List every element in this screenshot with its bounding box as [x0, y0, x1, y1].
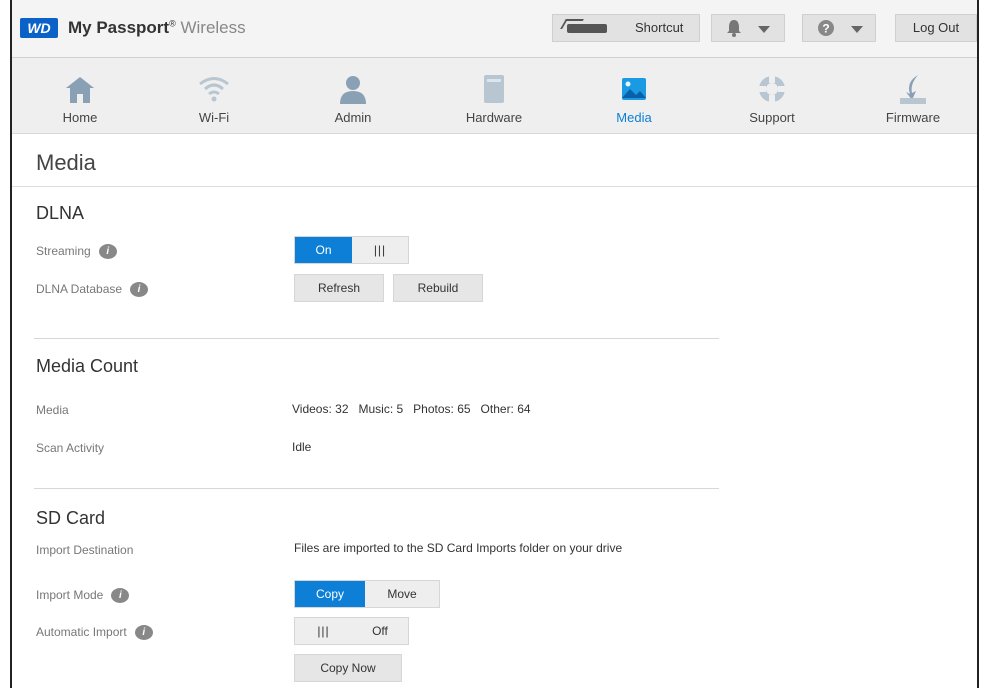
nav-media[interactable]: Media: [579, 58, 689, 134]
help-button[interactable]: ?: [802, 14, 876, 42]
help-icon: ?: [818, 20, 834, 36]
media-label: Media: [36, 403, 69, 417]
media-icon: [622, 78, 646, 100]
svg-text:?: ?: [822, 22, 829, 36]
info-icon[interactable]: i: [98, 244, 117, 260]
shortcut-icon: [567, 24, 607, 33]
dlna-heading: DLNA: [36, 203, 85, 223]
nav-support-label: Support: [749, 110, 795, 125]
import-mode-label: Import Mode i: [36, 588, 130, 604]
info-icon[interactable]: i: [111, 588, 130, 604]
chevron-down-icon: [851, 26, 863, 33]
firmware-icon: [900, 75, 926, 104]
automatic-import-off-option[interactable]: Off: [352, 618, 408, 644]
import-destination-label: Import Destination: [36, 543, 134, 557]
nav-wifi-label: Wi-Fi: [198, 110, 230, 125]
toggle-grip-icon[interactable]: |||: [295, 618, 352, 644]
scan-activity-value: Idle: [292, 440, 312, 454]
scan-activity-label: Scan Activity: [36, 441, 105, 455]
dlna-database-label: DLNA Database i: [36, 282, 149, 298]
media-count-heading: Media Count: [36, 356, 139, 376]
dlna-database-label-text: DLNA Database: [36, 282, 123, 296]
hardware-icon: [484, 75, 504, 103]
streaming-label-text: Streaming: [36, 244, 91, 258]
shortcut-button[interactable]: Shortcut: [552, 14, 700, 42]
streaming-label: Streaming i: [36, 244, 117, 260]
notifications-button[interactable]: [711, 14, 785, 42]
import-mode-label-text: Import Mode: [36, 588, 104, 602]
automatic-import-label-text: Automatic Import: [36, 625, 127, 639]
home-icon: [66, 77, 94, 103]
rebuild-button[interactable]: Rebuild: [393, 274, 483, 302]
streaming-toggle[interactable]: On |||: [294, 236, 409, 264]
title-divider: [12, 186, 977, 187]
nav-home-label: Home: [62, 110, 98, 125]
import-mode-toggle[interactable]: Copy Move: [294, 580, 440, 608]
automatic-import-toggle[interactable]: ||| Off: [294, 617, 409, 645]
logout-button[interactable]: Log Out: [895, 14, 977, 42]
streaming-on-option[interactable]: On: [295, 237, 352, 263]
nav-home[interactable]: Home: [25, 58, 135, 134]
main-nav: Home Wi-Fi Admin Hardware Media Support …: [12, 58, 977, 134]
toggle-grip-icon[interactable]: |||: [352, 237, 408, 263]
nav-firmware[interactable]: Firmware: [858, 58, 968, 134]
wifi-icon: [199, 77, 229, 102]
info-icon[interactable]: i: [130, 282, 149, 298]
lifebuoy-icon: [758, 75, 786, 103]
nav-wifi[interactable]: Wi-Fi: [159, 58, 269, 134]
nav-hardware-label: Hardware: [465, 110, 523, 125]
info-icon[interactable]: i: [134, 625, 153, 641]
shortcut-label: Shortcut: [635, 20, 684, 35]
app-window: WD My Passport® Wireless Shortcut ? Log …: [10, 0, 979, 688]
import-destination-value: Files are imported to the SD Card Import…: [294, 541, 623, 555]
media-count-value: Videos: 32 Music: 5 Photos: 65 Other: 64: [292, 402, 531, 416]
nav-admin-label: Admin: [334, 110, 372, 125]
page-title: Media: [36, 150, 96, 175]
sd-card-heading: SD Card: [36, 508, 106, 528]
automatic-import-label: Automatic Import i: [36, 625, 153, 641]
logout-label: Log Out: [912, 20, 960, 35]
copy-now-button[interactable]: Copy Now: [294, 654, 402, 682]
nav-admin[interactable]: Admin: [298, 58, 408, 134]
nav-firmware-label: Firmware: [885, 110, 941, 125]
nav-media-label: Media: [616, 110, 652, 125]
nav-hardware[interactable]: Hardware: [439, 58, 549, 134]
wd-logo: WD: [20, 18, 58, 38]
import-mode-move-option[interactable]: Move: [365, 581, 439, 607]
top-header: WD My Passport® Wireless Shortcut ? Log …: [12, 0, 977, 58]
bell-icon: [727, 20, 741, 37]
section-divider: [34, 488, 719, 489]
nav-support[interactable]: Support: [717, 58, 827, 134]
chevron-down-icon: [758, 26, 770, 33]
user-icon: [340, 76, 366, 104]
refresh-button[interactable]: Refresh: [294, 274, 384, 302]
product-name: My Passport® Wireless: [68, 18, 246, 37]
section-divider: [34, 338, 719, 339]
import-mode-copy-option[interactable]: Copy: [295, 581, 365, 607]
